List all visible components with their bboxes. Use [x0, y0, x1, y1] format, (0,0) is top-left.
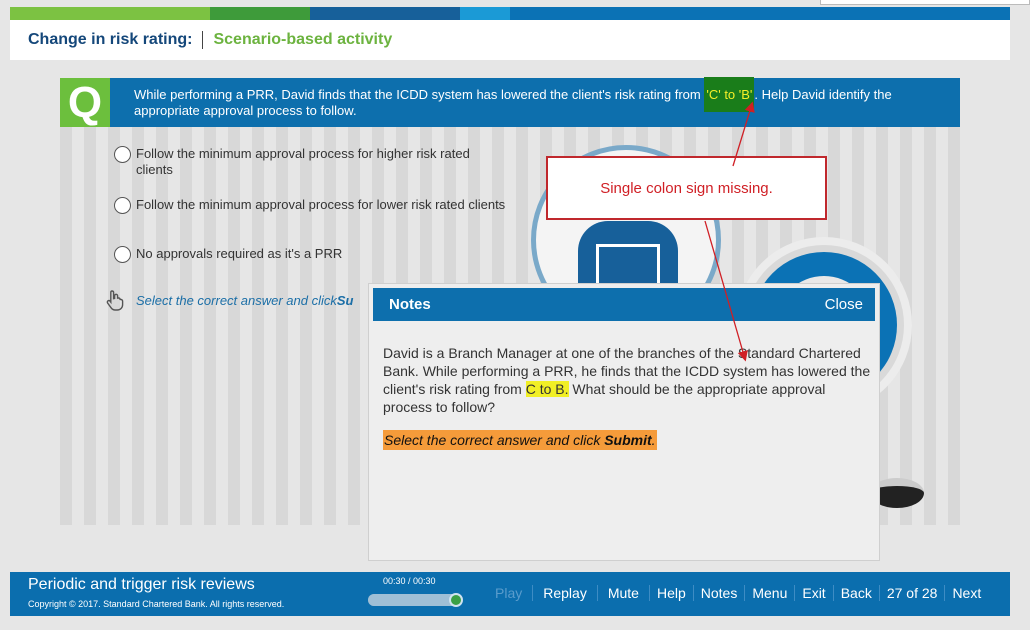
window-corner [820, 0, 1030, 5]
page-header: Change in risk rating: Scenario-based ac… [10, 20, 1010, 60]
notes-instruction-text: Select the correct answer and click [384, 432, 605, 448]
review-callout: Single colon sign missing. [546, 156, 827, 220]
notes-header: Notes Close [373, 288, 875, 321]
page-subtitle: Scenario-based activity [213, 31, 393, 48]
play-button[interactable]: Play [485, 585, 532, 601]
seek-handle[interactable] [449, 593, 463, 607]
notes-highlight: C to B. [525, 381, 569, 397]
callout-text: Single colon sign missing. [600, 179, 773, 197]
question-bar: Q While performing a PRR, David finds th… [60, 77, 960, 127]
course-title: Periodic and trigger risk reviews [28, 576, 255, 593]
notes-button[interactable]: Notes [692, 585, 745, 601]
question-text: While performing a PRR, David finds that… [134, 77, 934, 119]
laptop-illustration [596, 244, 660, 286]
option-no-approvals[interactable]: No approvals required as it's a PRR [114, 246, 509, 263]
option-lower-risk[interactable]: Follow the minimum approval process for … [114, 197, 509, 214]
player-controls: Play Replay Mute Help Notes Menu Exit Ba… [485, 585, 988, 601]
notes-body: David is a Branch Manager at one of the … [383, 344, 873, 450]
back-button[interactable]: Back [832, 585, 879, 601]
notes-close-button[interactable]: Close [825, 296, 863, 313]
slide-counter: 27 of 28 [878, 585, 945, 601]
exit-button[interactable]: Exit [794, 585, 832, 601]
time-readout: 00:30 / 00:30 [383, 576, 436, 586]
copyright: Copyright © 2017. Standard Chartered Ban… [28, 599, 285, 609]
radio-button[interactable] [114, 246, 131, 263]
notes-instruction-bold: Submit [604, 432, 652, 448]
instruction-text: Select the correct answer and click [136, 292, 337, 308]
notes-paragraph: David is a Branch Manager at one of the … [383, 344, 873, 416]
question-badge: Q [60, 78, 110, 127]
notes-instruction-end: . [651, 432, 656, 448]
instruction-line: Select the correct answer and click Su [104, 288, 354, 312]
question-text-start: While performing a PRR, David finds that… [134, 87, 705, 102]
radio-button[interactable] [114, 197, 131, 214]
instruction-emphasis: Su [336, 292, 354, 308]
help-button[interactable]: Help [648, 585, 693, 601]
notes-panel: Notes Close David is a Branch Manager at… [368, 283, 880, 561]
question-highlight: 'C' to 'B' [704, 77, 755, 112]
notes-title: Notes [389, 296, 431, 313]
option-label: Follow the minimum approval process for … [136, 197, 506, 212]
title-divider [202, 31, 204, 49]
option-higher-risk[interactable]: Follow the minimum approval process for … [114, 146, 509, 178]
hand-pointer-icon [106, 290, 124, 311]
mute-button[interactable]: Mute [596, 585, 649, 601]
option-label: No approvals required as it's a PRR [136, 246, 343, 261]
replay-button[interactable]: Replay [532, 585, 597, 601]
seek-bar[interactable] [368, 594, 462, 606]
menu-button[interactable]: Menu [744, 585, 794, 601]
top-progress-strip [10, 7, 1010, 20]
notes-instruction: Select the correct answer and click Subm… [383, 430, 657, 450]
next-button[interactable]: Next [944, 585, 988, 601]
page-title: Change in risk rating: [28, 31, 193, 48]
player-footer: Periodic and trigger risk reviews Copyri… [10, 572, 1010, 616]
radio-button[interactable] [114, 146, 131, 163]
seek-fill [368, 594, 462, 606]
option-label: Follow the minimum approval process for … [136, 146, 470, 177]
